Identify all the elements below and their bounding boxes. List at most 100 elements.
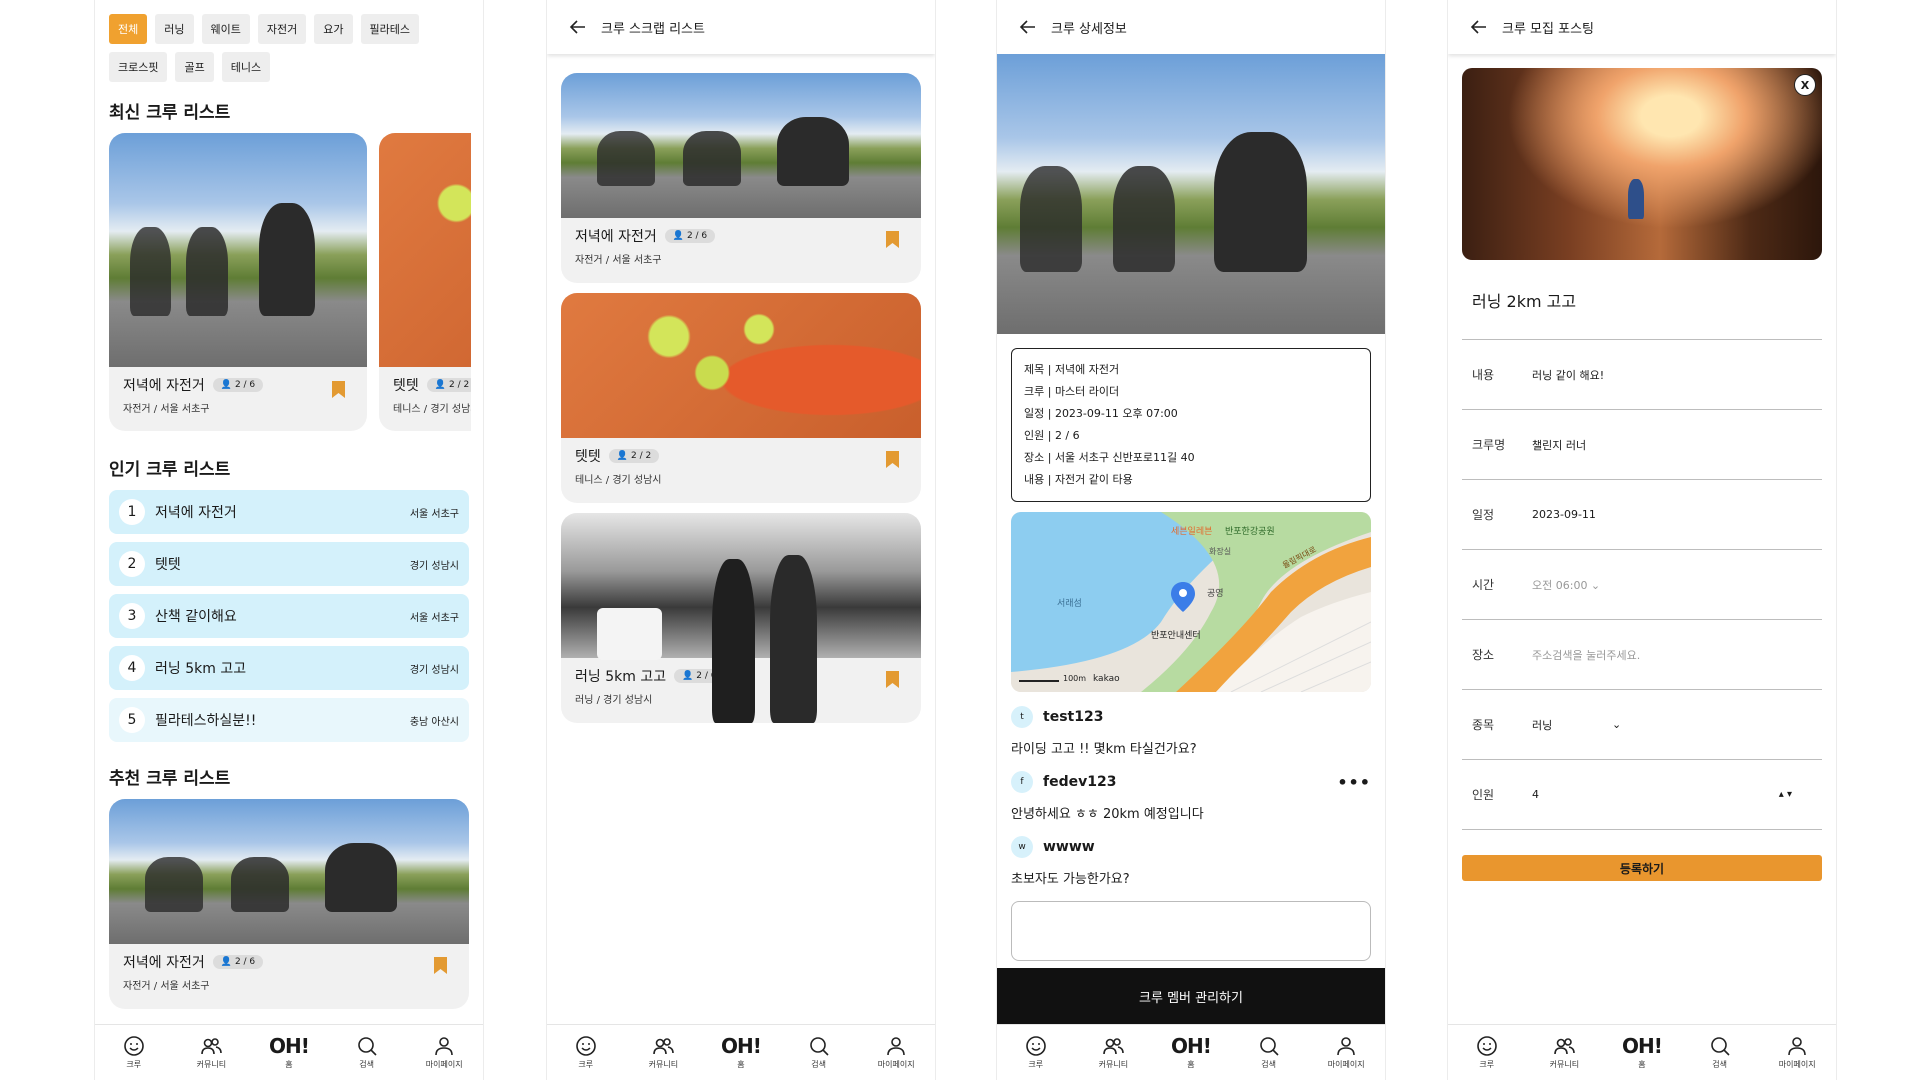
chip-all[interactable]: 전체 [109,14,148,44]
chip-golf[interactable]: 골프 [175,52,214,82]
members-input[interactable]: 4 [1532,788,1779,801]
rank-number: 3 [119,603,145,629]
quantity-stepper[interactable]: ▴ ▾ [1779,789,1792,800]
chip-crossfit[interactable]: 크로스핏 [109,52,168,82]
crew-card[interactable]: 저녁에 자전거 👤 2 / 6 자전거 / 서울 서초구 [109,799,469,1009]
nav-community[interactable]: 커뮤니티 [1534,1035,1594,1070]
info-place: 장소 | 서울 서초구 신반포로11길 40 [1024,451,1195,464]
chip-weight[interactable]: 웨이트 [201,14,250,44]
date-input[interactable]: 2023-09-11 [1532,508,1822,521]
field-time[interactable]: 시간 오전 06:00 ⌄ [1462,550,1822,620]
bookmark-icon[interactable] [332,381,345,398]
list-item[interactable]: 3 산책 같이해요 서울 서초구 [109,594,469,638]
person-icon [1337,1037,1355,1056]
field-members[interactable]: 인원 4 ▴ ▾ [1462,760,1822,830]
chip-yoga[interactable]: 요가 [314,14,353,44]
time-select[interactable]: 오전 06:00 ⌄ [1532,577,1822,593]
nav-label: 홈 [1187,1060,1195,1069]
crew-card[interactable]: 저녁에 자전거 👤 2 / 6 자전거 / 서울 서초구 [561,73,921,283]
more-options-icon[interactable]: ••• [1337,773,1371,792]
chevron-down-icon[interactable]: ⌄ [1612,718,1621,731]
post-title-input[interactable]: 러닝 2km 고고 [1462,260,1822,340]
field-content[interactable]: 내용 러닝 같이 해요! [1462,340,1822,410]
nav-home[interactable]: OH! 홈 [259,1035,319,1070]
crew-card[interactable]: 텟텟 👤 2 / 2 테니스 / 경기 성남시 [561,293,921,503]
location-pin-icon [1171,582,1195,612]
latest-crew-carousel[interactable]: 저녁에 자전거 👤 2 / 6 자전거 / 서울 서초구 텟텟 👤 2 / 2 테니스 … [95,133,471,431]
person-icon: 👤 [220,380,232,390]
person-icon [887,1037,905,1056]
nav-home[interactable]: OH! 홈 [711,1035,771,1070]
uploaded-photo: X [1462,68,1822,260]
field-crew-name[interactable]: 크루명 챌린지 러너 [1462,410,1822,480]
nav-label: 크루 [578,1060,594,1069]
chip-bicycle[interactable]: 자전거 [257,14,307,44]
bottom-nav: 크루 커뮤니티 OH! 홈 검색 마이페이지 [95,1024,483,1080]
nav-search[interactable]: 검색 [789,1035,849,1070]
crew-card[interactable]: 저녁에 자전거 👤 2 / 6 자전거 / 서울 서초구 [109,133,367,431]
crew-card[interactable]: 러닝 5km 고고 👤 2 / 6 러닝 / 경기 성남시 [561,513,921,723]
content-input[interactable]: 러닝 같이 해요! [1532,367,1822,383]
nav-home[interactable]: OH! 홈 [1612,1035,1672,1070]
scrap-list-screen: 크루 스크랩 리스트 저녁에 자전거 👤 2 / 6 자전거 / 서울 서초구 텟텟… [546,0,936,1080]
nav-community[interactable]: 커뮤니티 [181,1035,241,1070]
list-item[interactable]: 2 텟텟 경기 성남시 [109,542,469,586]
nav-community[interactable]: 커뮤니티 [633,1035,693,1070]
sport-select[interactable]: 러닝 [1532,717,1612,733]
nav-crew[interactable]: 크루 [1457,1035,1517,1070]
chip-tennis[interactable]: 테니스 [221,52,271,82]
manage-members-button[interactable]: 크루 멤버 관리하기 [997,968,1385,1024]
page-title: 크루 스크랩 리스트 [601,21,705,37]
map-label-restroom: 화장실 [1209,547,1232,556]
nav-mypage[interactable]: 마이페이지 [866,1035,926,1070]
nav-search[interactable]: 검색 [1690,1035,1750,1070]
chip-running[interactable]: 러닝 [155,14,194,44]
back-arrow-icon[interactable] [1470,18,1488,36]
field-date[interactable]: 일정 2023-09-11 [1462,480,1822,550]
nav-label: 홈 [285,1060,293,1069]
location-map[interactable]: 세븐일레븐 반포한강공원 화장실 공영 서래섬 반포안내센터 올림픽대로 100… [1011,512,1371,692]
back-arrow-icon[interactable] [569,18,587,36]
crew-card[interactable]: 텟텟 👤 2 / 2 테니스 / 경기 성남시 [379,133,471,431]
users-icon [1554,1038,1576,1055]
nav-community[interactable]: 커뮤니티 [1083,1035,1143,1070]
remove-photo-button[interactable]: X [1794,74,1816,96]
crew-photo [109,133,367,367]
nav-crew[interactable]: 크루 [1006,1035,1066,1070]
nav-search[interactable]: 검색 [1239,1035,1299,1070]
nav-crew[interactable]: 크루 [556,1035,616,1070]
submit-button[interactable]: 등록하기 [1462,855,1822,881]
bookmark-icon[interactable] [886,451,899,468]
list-item[interactable]: 4 러닝 5km 고고 경기 성남시 [109,646,469,690]
field-sport[interactable]: 종목 러닝 ⌄ [1462,690,1822,760]
comment-username: wwww [1043,839,1095,855]
list-item[interactable]: 5 필라테스하실분!! 충남 아산시 [109,698,469,742]
member-count-badge: 👤 2 / 2 [608,449,660,463]
comment-input[interactable] [1011,901,1371,961]
field-place[interactable]: 장소 주소검색을 눌러주세요. [1462,620,1822,690]
nav-search[interactable]: 검색 [337,1035,397,1070]
nav-crew[interactable]: 크루 [104,1035,164,1070]
address-search-input[interactable]: 주소검색을 눌러주세요. [1532,647,1822,663]
comment-text: 안녕하세요 ㅎㅎ 20km 예정입니다 [1011,807,1204,822]
users-icon [653,1038,675,1055]
nav-mypage[interactable]: 마이페이지 [1767,1035,1827,1070]
person-icon: 👤 [434,380,446,390]
crew-location: 서울 서초구 [409,612,459,624]
map-scale: 100m [1063,674,1087,683]
nav-mypage[interactable]: 마이페이지 [414,1035,474,1070]
bookmark-icon[interactable] [434,957,447,974]
recommend-crew-title: 추천 크루 리스트 [109,769,231,789]
chip-pilates[interactable]: 필라테스 [360,14,419,44]
bookmark-icon[interactable] [886,671,899,688]
list-item[interactable]: 1 저녁에 자전거 서울 서초구 [109,490,469,534]
crew-name: 필라테스하실분!! [155,713,257,729]
search-icon [809,1037,829,1056]
crew-subtitle: 자전거 / 서울 서초구 [123,981,210,992]
back-arrow-icon[interactable] [1019,18,1037,36]
crew-name-input[interactable]: 챌린지 러너 [1532,437,1822,453]
nav-mypage[interactable]: 마이페이지 [1316,1035,1376,1070]
nav-home[interactable]: OH! 홈 [1161,1035,1221,1070]
kakao-logo: kakao [1093,674,1120,684]
bookmark-icon[interactable] [886,231,899,248]
